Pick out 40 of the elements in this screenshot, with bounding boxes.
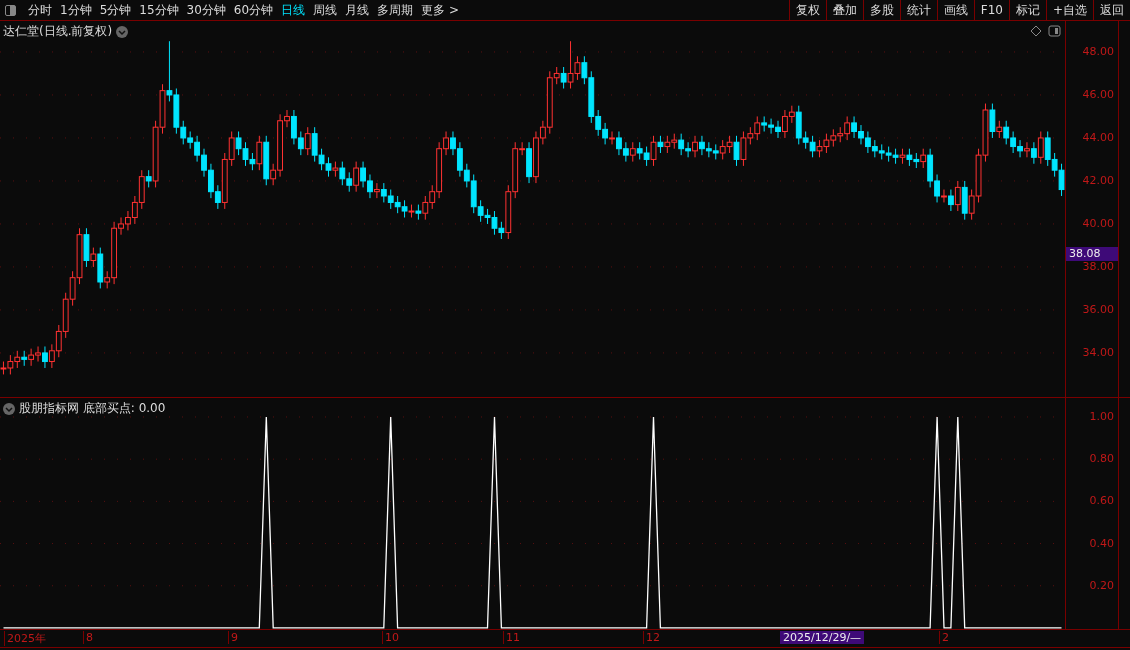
date-label: 12 [643,631,660,644]
axis-label: 0.80 [1089,452,1114,467]
axis-label: 44.00 [1082,130,1114,145]
indicator-title: 股朋指标网 底部买点: 0.00 [19,400,166,417]
axis-label: 48.00 [1082,44,1114,59]
period-tab[interactable]: 30分钟 [182,1,230,19]
period-tab[interactable]: 15分钟 [135,1,183,19]
date-label: 2025年 [4,631,46,646]
date-label: 9 [228,631,238,644]
panel-toggle-icon[interactable] [5,4,16,16]
axis-label: 0.60 [1089,494,1114,509]
period-tab[interactable]: 日线 [277,1,310,19]
diamond-icon[interactable] [1031,25,1042,37]
axis-label: 1.00 [1089,410,1114,424]
chart-title: 达仁堂(日线.前复权) [3,23,113,40]
date-cursor-label: 2025/12/29/— [780,631,865,644]
period-tab[interactable]: 5分钟 [95,1,136,19]
chevron-down-icon[interactable] [3,402,15,415]
date-label: 10 [382,631,399,644]
chevron-down-icon[interactable] [116,25,129,38]
axis-label: 0.20 [1089,578,1114,593]
axis-label: 36.00 [1082,302,1114,317]
price-label: 38.08 [1066,247,1118,262]
axis-label: 38.00 [1082,259,1114,274]
axis-label: 42.00 [1082,173,1114,188]
period-tab[interactable]: 分时 [24,1,56,19]
period-tab[interactable]: 60分钟 [229,1,278,19]
panel-toggle-icon[interactable] [1048,25,1061,37]
period-tab[interactable]: 更多 > [417,1,463,19]
period-tab[interactable]: 多周期 [373,1,418,19]
axis-label: 46.00 [1082,87,1114,102]
date-label: 8 [83,631,93,644]
axis-label: 0.40 [1089,536,1114,551]
date-label: 11 [503,631,520,644]
period-tab[interactable]: 月线 [341,1,374,19]
axis-label: 40.00 [1082,216,1114,231]
period-tab[interactable]: 1分钟 [56,1,96,19]
date-label: 2 [939,631,949,644]
axis-label: 34.00 [1082,345,1114,360]
period-tab[interactable]: 周线 [309,1,342,19]
